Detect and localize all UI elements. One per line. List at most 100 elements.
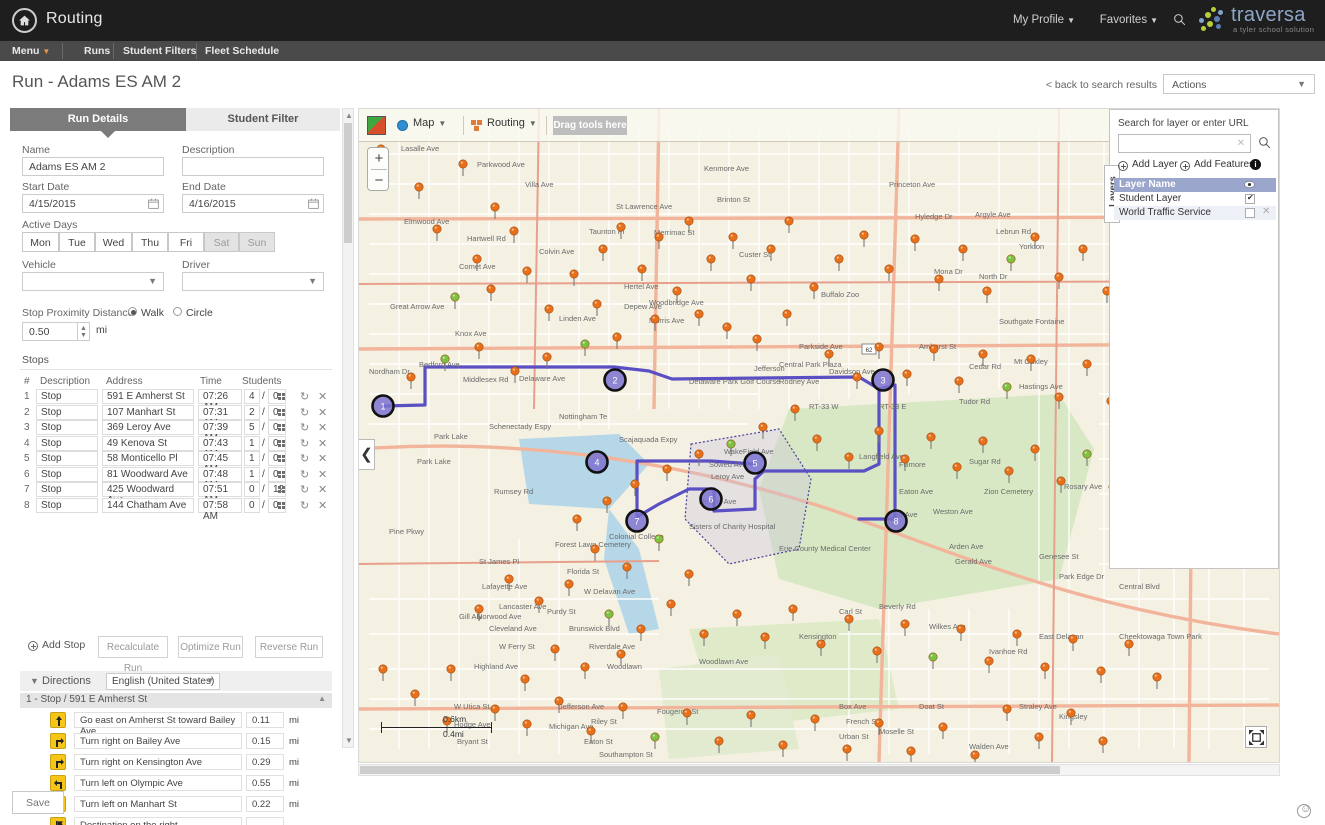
day-toggle-thu[interactable]: Thu bbox=[132, 232, 168, 252]
menu-item-fleet-schedule[interactable]: Fleet Schedule bbox=[205, 45, 279, 57]
tab-run-details[interactable]: Run Details bbox=[10, 108, 186, 131]
stepper-down-icon[interactable]: ▼ bbox=[80, 332, 87, 340]
end-date-input[interactable]: 4/16/2015 bbox=[182, 194, 324, 213]
menu-dropdown[interactable]: Menu ▼ bbox=[12, 45, 50, 57]
map-zoom-control[interactable]: + − bbox=[367, 147, 389, 191]
day-toggle-fri[interactable]: Fri bbox=[168, 232, 204, 252]
day-toggle-tue[interactable]: Tue bbox=[59, 232, 95, 252]
student-grid-icon[interactable] bbox=[278, 470, 286, 479]
direction-step-distance[interactable]: 0.29 bbox=[246, 754, 284, 770]
menu-item-student-filters[interactable]: Student Filters bbox=[123, 45, 197, 57]
stop-description-input[interactable]: Stop bbox=[36, 466, 98, 482]
stop-description-input[interactable]: Stop bbox=[36, 497, 98, 513]
refresh-stop-icon[interactable]: ↻ bbox=[300, 483, 309, 496]
stop-description-input[interactable]: Stop bbox=[36, 404, 98, 420]
refresh-stop-icon[interactable]: ↻ bbox=[300, 499, 309, 512]
back-to-search-results-link[interactable]: < back to search results bbox=[1046, 79, 1157, 91]
info-badge-icon[interactable]: i bbox=[1250, 159, 1261, 170]
panel-collapse-arrow[interactable]: ❮ bbox=[359, 439, 375, 470]
delete-stop-icon[interactable]: ✕ bbox=[318, 483, 327, 496]
stop-time-input[interactable]: 07:58 AM bbox=[198, 497, 242, 522]
delete-stop-icon[interactable]: ✕ bbox=[318, 437, 327, 450]
visibility-eye-icon[interactable] bbox=[1244, 180, 1255, 189]
layer-row[interactable]: World Traffic Service ✕ bbox=[1114, 206, 1276, 220]
stop-address-input[interactable]: 591 E Amherst St bbox=[102, 389, 194, 404]
student-grid-icon[interactable] bbox=[278, 501, 286, 510]
direction-step-text[interactable]: Turn left on Manhart St bbox=[74, 796, 242, 812]
stop-time-input[interactable]: 07:45 AM bbox=[198, 451, 242, 475]
directions-group-header-1[interactable]: 1 - Stop / 591 E Amherst St ▲ bbox=[20, 693, 332, 708]
student-grid-icon[interactable] bbox=[278, 455, 286, 463]
actions-dropdown[interactable]: Actions ▼ bbox=[1163, 74, 1315, 94]
day-toggle-mon[interactable]: Mon bbox=[22, 232, 59, 252]
direction-step-text[interactable]: Turn right on Kensington Ave bbox=[74, 754, 242, 770]
save-button[interactable]: Save bbox=[12, 791, 64, 814]
student-grid-icon[interactable] bbox=[278, 408, 286, 417]
driver-select[interactable]: ▼ bbox=[182, 272, 324, 291]
refresh-stop-icon[interactable]: ↻ bbox=[300, 452, 309, 465]
stop-description-input[interactable]: Stop bbox=[36, 435, 98, 451]
direction-step-text[interactable]: Destination on the right bbox=[74, 817, 242, 825]
day-toggle-sun[interactable]: Sun bbox=[239, 232, 275, 252]
direction-step-distance[interactable]: 0.55 bbox=[246, 775, 284, 791]
refresh-stop-icon[interactable]: ↻ bbox=[300, 468, 309, 481]
add-features-button[interactable]: Add Features bbox=[1194, 159, 1254, 170]
stop-address-input[interactable]: 369 Leroy Ave bbox=[102, 420, 194, 435]
add-features-icon[interactable] bbox=[1180, 161, 1190, 171]
direction-step-text[interactable]: Go east on Amherst St toward Bailey Ave bbox=[74, 712, 242, 737]
my-profile-menu[interactable]: My Profile ▼ bbox=[1013, 14, 1075, 26]
day-toggle-wed[interactable]: Wed bbox=[95, 232, 132, 252]
stop-description-input[interactable]: Stop bbox=[36, 389, 98, 404]
delete-stop-icon[interactable]: ✕ bbox=[318, 390, 327, 403]
stop-time-input[interactable]: 07:31 AM bbox=[198, 404, 242, 429]
left-panel-scrollbar[interactable]: ▲ ▼ bbox=[342, 108, 354, 748]
students-on-input[interactable]: 1 bbox=[244, 435, 260, 451]
stop-address-input[interactable]: 49 Kenova St bbox=[102, 435, 194, 451]
proximity-value-input[interactable]: 0.50 bbox=[22, 322, 78, 341]
stop-description-input[interactable]: Stop bbox=[36, 420, 98, 435]
optimize-run-button[interactable]: Optimize Run bbox=[178, 636, 243, 658]
direction-step-text[interactable]: Turn left on Olympic Ave bbox=[74, 775, 242, 791]
add-layer-button[interactable]: Add Layer bbox=[1132, 159, 1178, 170]
direction-step-distance[interactable] bbox=[246, 817, 284, 825]
map-tool-button[interactable]: Map ▼ bbox=[413, 117, 446, 135]
students-on-input[interactable]: 4 bbox=[244, 389, 260, 404]
stop-time-input[interactable]: 07:26 AM bbox=[198, 389, 242, 413]
delete-stop-icon[interactable]: ✕ bbox=[318, 468, 327, 481]
stop-address-input[interactable]: 425 Woodward Ave bbox=[102, 482, 194, 506]
students-on-input[interactable]: 0 bbox=[244, 482, 260, 497]
student-grid-icon[interactable] bbox=[278, 424, 286, 432]
stop-time-input[interactable]: 07:39 AM bbox=[198, 420, 242, 444]
home-icon[interactable] bbox=[12, 8, 37, 33]
add-stop-button[interactable]: Add Stop bbox=[42, 639, 85, 651]
map-container[interactable]: 62 Lasalle Ave Parkwood Ave Villa Ave St L… bbox=[358, 108, 1280, 763]
routing-tool-button[interactable]: Routing ▼ bbox=[487, 117, 537, 135]
students-on-input[interactable]: 0 bbox=[244, 497, 260, 513]
scroll-down-arrow[interactable]: ▼ bbox=[345, 736, 353, 745]
layer-visibility-checkbox[interactable] bbox=[1245, 208, 1255, 218]
scrollbar-thumb[interactable] bbox=[344, 123, 352, 243]
layer-search-button[interactable] bbox=[1258, 136, 1271, 152]
drag-tools-dropzone[interactable]: Drag tools here bbox=[553, 116, 627, 135]
clear-icon[interactable]: ✕ bbox=[1237, 138, 1245, 149]
student-grid-icon[interactable] bbox=[278, 393, 286, 401]
vehicle-select[interactable]: ▼ bbox=[22, 272, 164, 291]
stop-description-input[interactable]: Stop bbox=[36, 451, 98, 466]
zoom-in-button[interactable]: + bbox=[368, 148, 390, 169]
stop-address-input[interactable]: 107 Manhart St bbox=[102, 404, 194, 420]
favorites-menu[interactable]: Favorites ▼ bbox=[1100, 14, 1158, 26]
direction-step-distance[interactable]: 0.22 bbox=[246, 796, 284, 812]
students-on-input[interactable]: 1 bbox=[244, 451, 260, 466]
delete-stop-icon[interactable]: ✕ bbox=[318, 406, 327, 419]
smiley-icon[interactable] bbox=[1297, 803, 1311, 818]
refresh-stop-icon[interactable]: ↻ bbox=[300, 437, 309, 450]
student-grid-icon[interactable] bbox=[278, 486, 286, 494]
delete-stop-icon[interactable]: ✕ bbox=[318, 421, 327, 434]
scrollbar-thumb[interactable] bbox=[360, 766, 1060, 774]
delete-stop-icon[interactable]: ✕ bbox=[318, 499, 327, 512]
layer-search-input[interactable]: ✕ bbox=[1118, 134, 1251, 153]
students-on-input[interactable]: 5 bbox=[244, 420, 260, 435]
tab-student-filter[interactable]: Student Filter bbox=[186, 108, 340, 131]
stop-time-input[interactable]: 07:51 AM bbox=[198, 482, 242, 506]
direction-step-distance[interactable]: 0.15 bbox=[246, 733, 284, 749]
